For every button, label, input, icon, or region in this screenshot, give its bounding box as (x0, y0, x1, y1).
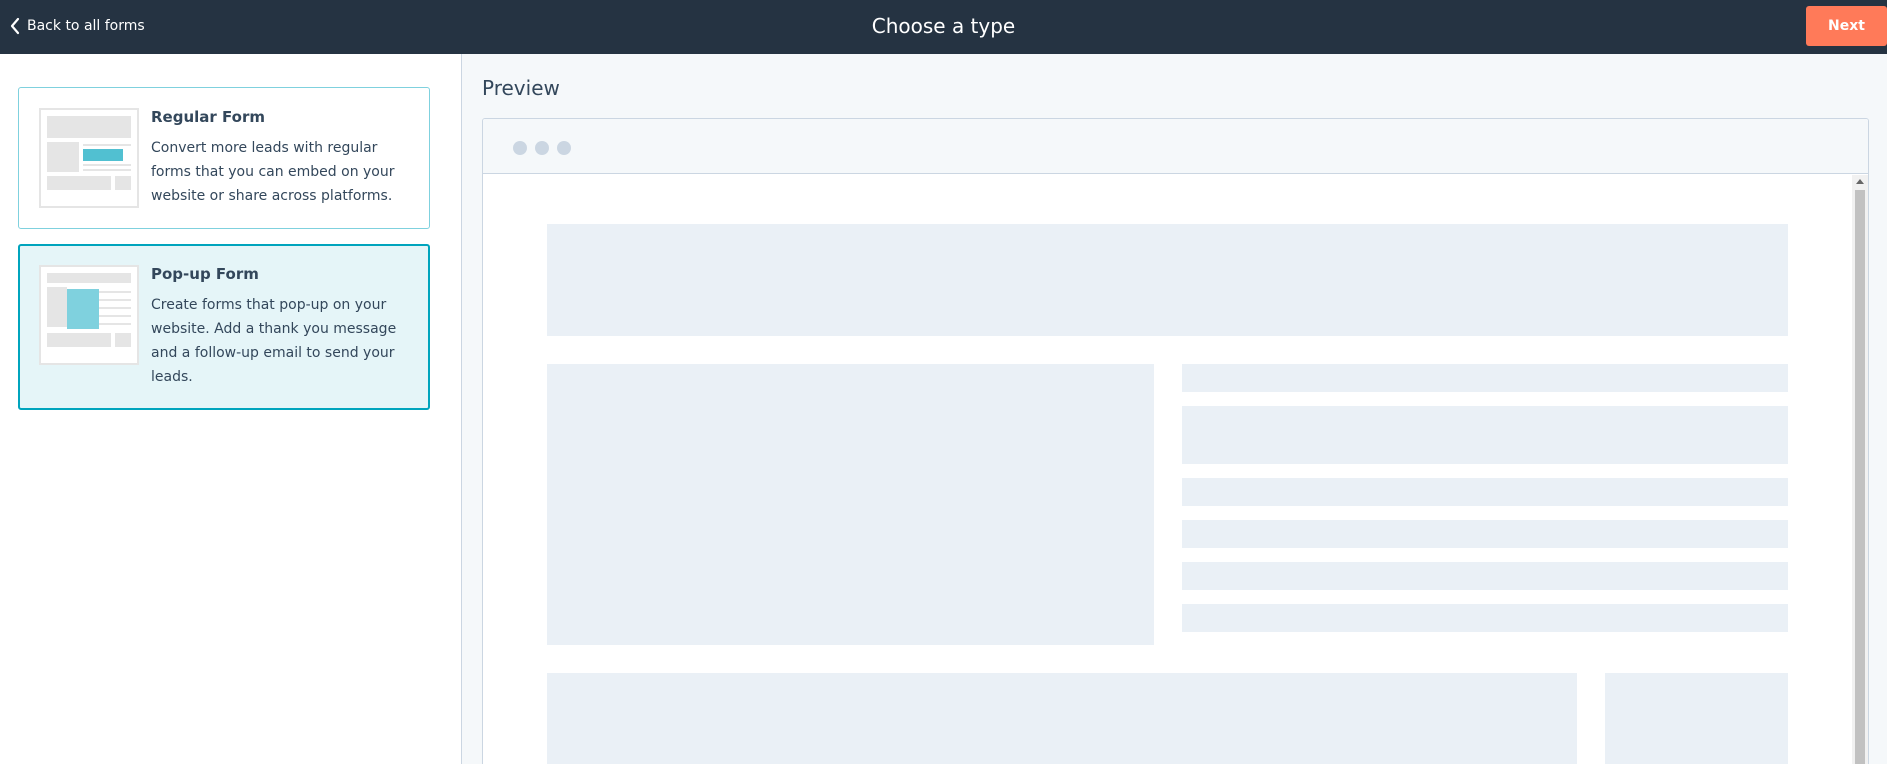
form-type-panel: Regular Form Convert more leads with reg… (0, 54, 462, 764)
popup-highlight (67, 289, 99, 329)
popup-form-thumbnail-icon (39, 265, 139, 365)
placeholder-footer-side-block (1605, 673, 1788, 764)
preview-scrollbar[interactable] (1852, 175, 1868, 764)
window-dot-icon (513, 141, 527, 155)
placeholder-text-line (1182, 364, 1788, 392)
placeholder-text-line (1182, 562, 1788, 590)
regular-form-card[interactable]: Regular Form Convert more leads with reg… (18, 87, 430, 229)
placeholder-text-block (1182, 406, 1788, 464)
placeholder-text-line (1182, 478, 1788, 506)
placeholder-header-block (547, 224, 1788, 336)
card-title: Regular Form (151, 108, 265, 126)
page-title: Choose a type (871, 14, 1016, 38)
scroll-up-arrow-icon[interactable] (1856, 179, 1864, 184)
window-dot-icon (535, 141, 549, 155)
popup-form-card[interactable]: Pop-up Form Create forms that pop-up on … (18, 244, 430, 410)
next-button[interactable]: Next (1806, 6, 1887, 46)
placeholder-image-block (547, 364, 1154, 645)
regular-form-thumbnail-icon (39, 108, 139, 208)
placeholder-text-line (1182, 520, 1788, 548)
browser-chrome (483, 119, 1868, 174)
form-highlight (83, 149, 123, 161)
scrollbar-thumb[interactable] (1855, 190, 1865, 764)
window-dot-icon (557, 141, 571, 155)
top-bar: Back to all forms Choose a type Next (0, 0, 1887, 54)
card-description: Convert more leads with regular forms th… (151, 140, 395, 204)
placeholder-text-line (1182, 604, 1788, 632)
card-description: Create forms that pop-up on your website… (151, 297, 397, 385)
preview-browser-frame (482, 118, 1869, 764)
preview-heading: Preview (482, 76, 560, 100)
placeholder-footer-block (547, 673, 1577, 764)
card-title: Pop-up Form (151, 265, 259, 283)
